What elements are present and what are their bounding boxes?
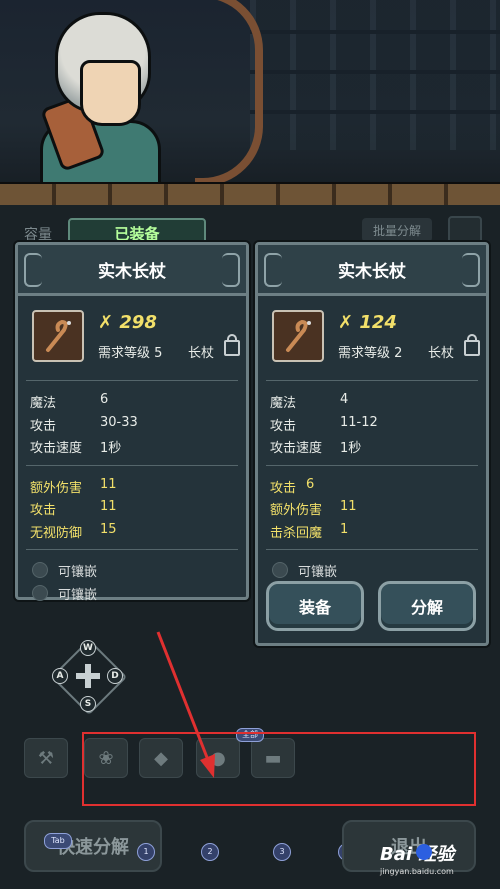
game-scene [0,0,500,205]
item-score: ✗ 124 [338,312,397,333]
wooden-floor [0,182,500,205]
key-d[interactable]: D [107,668,123,684]
lock-icon[interactable] [464,334,480,356]
filter-all-button[interactable]: ⚒ [24,738,68,778]
stat-row: 攻击 30-33 [30,414,138,434]
equip-button[interactable]: 装备 [266,581,364,631]
baidu-watermark: Bai 经验 jingyan.baidu.com [380,840,492,880]
stat-row: 攻击速度 1秒 [270,441,362,456]
divider [26,464,238,466]
bonus-stat-row: 无视防御 15 [30,521,117,541]
baidu-paw-icon [416,844,432,860]
bonus-stat-row: 攻击 11 [30,499,117,518]
stat-row: 魔法 6 [30,392,109,411]
item-type: 长杖 [188,346,215,361]
watermark-url: jingyan.baidu.com [380,867,454,876]
bonus-stat-row: 攻击 6 [270,476,315,496]
socket-slot: 可镶嵌 [18,558,246,581]
divider [26,380,238,381]
bow-prop [195,0,263,186]
movement-dpad[interactable]: W A D S [50,638,128,716]
stat-row: 攻击 11-12 [270,414,378,434]
bonus-stat-row: 额外伤害 11 [30,476,117,496]
key-s[interactable]: S [80,696,96,712]
key-w[interactable]: W [80,640,96,656]
stat-row: 攻击速度 1秒 [30,441,122,456]
hammer-sword-icon: ⚒ [37,747,55,769]
key-a[interactable]: A [52,668,68,684]
annotation-box [82,732,476,806]
decompose-button[interactable]: 分解 [378,581,476,631]
level-requirement: 需求等级 5 [98,346,163,361]
socket-slot: 可镶嵌 [18,581,246,604]
item-name: 实木长杖 [18,245,246,296]
stat-row: 魔法 4 [270,392,349,411]
socket-icon [32,562,48,578]
bonus-stat-row: 击杀回魔 1 [270,521,349,541]
hotkey-1: 1 [137,843,155,861]
hero-face [80,60,141,126]
divider [266,464,478,466]
lock-icon[interactable] [224,334,240,356]
divider [26,549,238,550]
divider [266,549,478,550]
dpad-cross [76,673,100,679]
divider [266,380,478,381]
item-name: 实木长杖 [258,245,486,296]
hotkey-2: 2 [201,843,219,861]
socket-icon [272,562,288,578]
socket-slot: 可镶嵌 [258,558,486,581]
item-card-selected: 实木长杖 ✗ 124 需求等级 2 长杖 魔法 4 攻击 11-12 攻击速度 1秒 … [255,242,489,646]
item-score: ✗ 298 [98,312,157,333]
bonus-stat-row: 额外伤害 11 [270,499,357,518]
item-card-equipped: 实木长杖 ✗ 298 需求等级 5 长杖 魔法 6 攻击 30-33 攻击速度 1秒 … [15,242,249,603]
staff-icon [32,310,84,362]
socket-icon [32,584,48,601]
tab-key-hint: Tab [44,833,72,849]
staff-icon [272,310,324,362]
batch-decompose-button[interactable]: 批量分解 [362,218,432,242]
level-requirement: 需求等级 2 [338,346,403,361]
window-bars [250,0,500,150]
hotkey-3: 3 [273,843,291,861]
item-type: 长杖 [428,346,455,361]
capacity-label: 容量 [24,227,52,243]
